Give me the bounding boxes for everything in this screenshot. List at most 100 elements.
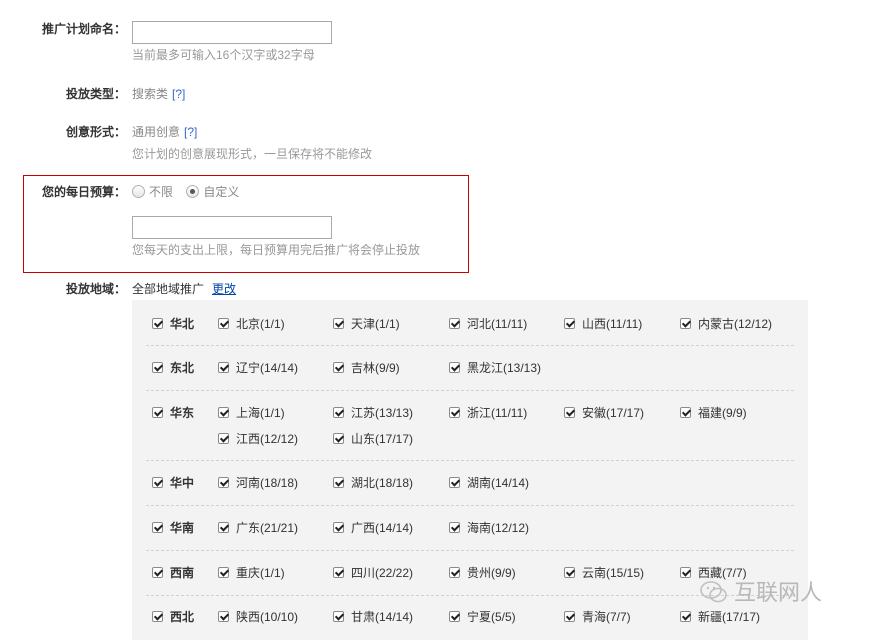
- province-checkbox[interactable]: [218, 477, 229, 488]
- province-label: 广西(14/14): [351, 521, 414, 535]
- province-label: 江西(12/12): [236, 432, 299, 446]
- province-checkbox[interactable]: [680, 611, 691, 622]
- province-checkbox[interactable]: [680, 318, 691, 329]
- province-label: 湖北(18/18): [351, 476, 414, 490]
- province-label: 陕西(10/10): [236, 610, 299, 624]
- region-group-label: 华北: [170, 317, 195, 331]
- region-group-checkbox[interactable]: [152, 567, 163, 578]
- wechat-icon: [700, 581, 727, 603]
- region-separator: [146, 460, 794, 461]
- province-label: 安徽(17/17): [582, 406, 645, 420]
- province-checkbox[interactable]: [333, 522, 344, 533]
- budget-unlimited-label: 不限: [149, 185, 174, 199]
- region-group-label: 西南: [170, 566, 195, 580]
- region-group-checkbox[interactable]: [152, 522, 163, 533]
- province-label: 宁夏(5/5): [467, 610, 516, 624]
- budget-custom-radio[interactable]: [186, 185, 200, 198]
- province-label: 内蒙古(12/12): [698, 317, 773, 331]
- province-label: 天津(1/1): [351, 317, 400, 331]
- province-checkbox[interactable]: [218, 433, 229, 444]
- region-separator: [146, 390, 794, 391]
- regions-summary: 全部地域推广 更改: [132, 281, 236, 297]
- region-group-checkbox[interactable]: [152, 318, 163, 329]
- placement-type-label: 投放类型：: [65, 87, 126, 101]
- province-checkbox[interactable]: [333, 362, 344, 373]
- province-checkbox[interactable]: [218, 567, 229, 578]
- daily-budget-label: 您的每日预算：: [41, 185, 126, 199]
- province-label: 辽宁(14/14): [236, 361, 299, 375]
- province-label: 浙江(11/11): [467, 406, 528, 420]
- daily-budget-hint: 您每天的支出上限，每日预算用完后推广将会停止投放: [132, 243, 421, 257]
- province-label: 河北(11/11): [467, 317, 528, 331]
- watermark-text: 互联网人: [734, 580, 823, 605]
- region-group-label: 华南: [170, 521, 195, 535]
- province-checkbox[interactable]: [333, 477, 344, 488]
- province-checkbox[interactable]: [680, 567, 691, 578]
- region-group-checkbox[interactable]: [152, 407, 163, 418]
- creative-format-label: 创意形式：: [65, 125, 126, 139]
- province-label: 重庆(1/1): [236, 566, 285, 580]
- province-label: 广东(21/21): [236, 521, 299, 535]
- province-label: 甘肃(14/14): [351, 610, 414, 624]
- province-checkbox[interactable]: [218, 611, 229, 622]
- daily-budget-options: 不限 自定义: [132, 184, 249, 200]
- province-checkbox[interactable]: [218, 318, 229, 329]
- province-checkbox[interactable]: [564, 318, 575, 329]
- creative-format-value: 通用创意: [132, 125, 181, 139]
- region-group-checkbox[interactable]: [152, 362, 163, 373]
- region-separator: [146, 505, 794, 506]
- province-checkbox[interactable]: [449, 522, 460, 533]
- province-label: 福建(9/9): [698, 406, 747, 420]
- province-checkbox[interactable]: [449, 611, 460, 622]
- province-label: 新疆(17/17): [698, 610, 761, 624]
- province-checkbox[interactable]: [449, 567, 460, 578]
- province-checkbox[interactable]: [333, 433, 344, 444]
- province-label: 山西(11/11): [582, 317, 643, 331]
- daily-budget-input[interactable]: [132, 216, 332, 239]
- province-checkbox[interactable]: [449, 477, 460, 488]
- campaign-name-label: 推广计划命名：: [41, 22, 126, 36]
- province-label: 四川(22/22): [351, 566, 414, 580]
- province-checkbox[interactable]: [449, 318, 460, 329]
- province-label: 上海(1/1): [236, 406, 285, 420]
- province-checkbox[interactable]: [564, 611, 575, 622]
- regions-change-link[interactable]: 更改: [212, 282, 236, 296]
- province-label: 河南(18/18): [236, 476, 299, 490]
- province-checkbox[interactable]: [218, 362, 229, 373]
- province-checkbox[interactable]: [333, 407, 344, 418]
- province-label: 青海(7/7): [582, 610, 631, 624]
- province-checkbox[interactable]: [333, 611, 344, 622]
- province-checkbox[interactable]: [333, 318, 344, 329]
- region-group-label: 西北: [170, 610, 195, 624]
- creative-format-row: 通用创意 [?]: [132, 124, 197, 140]
- province-checkbox[interactable]: [218, 407, 229, 418]
- placement-type-help-link[interactable]: [?]: [172, 87, 185, 101]
- region-group-checkbox[interactable]: [152, 611, 163, 622]
- province-checkbox[interactable]: [449, 362, 460, 373]
- province-checkbox[interactable]: [449, 407, 460, 418]
- campaign-name-hint: 当前最多可输入16个汉字或32字母: [132, 48, 315, 62]
- campaign-name-input[interactable]: [132, 21, 332, 44]
- region-group-checkbox[interactable]: [152, 477, 163, 488]
- region-group-label: 华中: [170, 476, 195, 490]
- regions-value: 全部地域推广: [132, 282, 205, 296]
- province-checkbox[interactable]: [564, 407, 575, 418]
- region-group-label: 华东: [170, 406, 195, 420]
- province-label: 黑龙江(13/13): [467, 361, 542, 375]
- province-checkbox[interactable]: [218, 522, 229, 533]
- province-label: 湖南(14/14): [467, 476, 530, 490]
- budget-custom-option[interactable]: 自定义: [186, 185, 249, 199]
- province-checkbox[interactable]: [680, 407, 691, 418]
- creative-format-hint: 您计划的创意展现形式，一旦保存将不能修改: [132, 147, 373, 161]
- watermark: 互联网人: [700, 578, 822, 608]
- region-group-label: 东北: [170, 361, 195, 375]
- budget-unlimited-radio[interactable]: [132, 185, 145, 198]
- province-checkbox[interactable]: [564, 567, 575, 578]
- region-separator: [146, 345, 794, 346]
- province-checkbox[interactable]: [333, 567, 344, 578]
- placement-type-row: 搜索类 [?]: [132, 86, 185, 102]
- province-label: 北京(1/1): [236, 317, 285, 331]
- budget-unlimited-option[interactable]: 不限: [132, 185, 183, 199]
- province-label: 海南(12/12): [467, 521, 530, 535]
- creative-format-help-link[interactable]: [?]: [184, 125, 197, 139]
